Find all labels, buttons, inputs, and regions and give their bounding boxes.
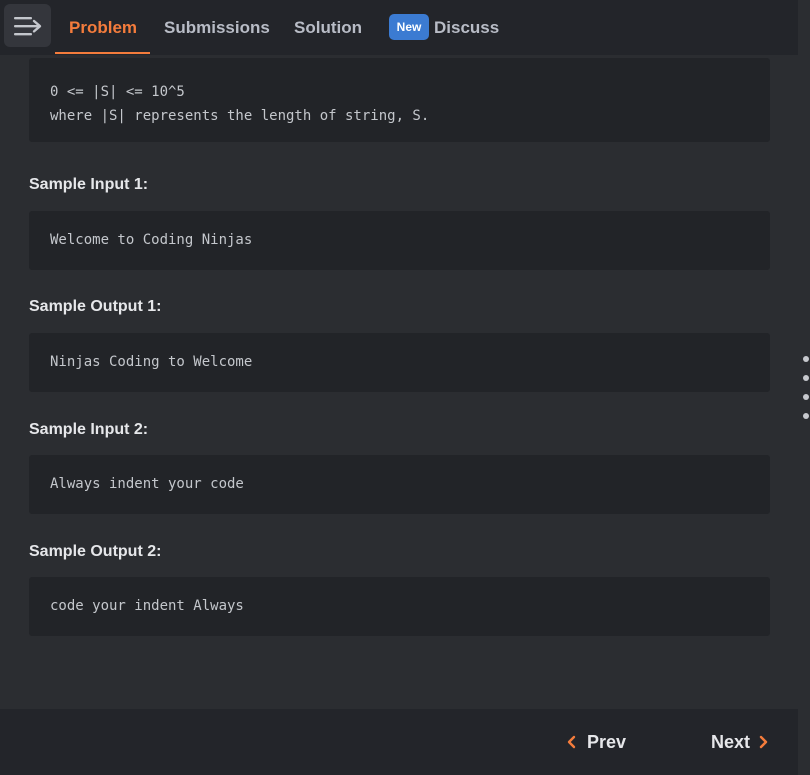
sample-output-2-heading: Sample Output 2: xyxy=(29,543,162,560)
sample-input-2-text: Always indent your code xyxy=(50,476,244,492)
drag-dot-icon xyxy=(803,413,809,419)
prev-button[interactable]: Prev xyxy=(566,709,626,775)
prev-label: Prev xyxy=(587,731,627,752)
next-label: Next xyxy=(711,731,751,752)
top-tab-bar: Problem Submissions Solution New Discuss xyxy=(0,0,798,55)
tab-submissions[interactable]: Submissions xyxy=(164,0,270,55)
sample-output-2-block: code your indent Always xyxy=(29,577,770,636)
drag-dot-icon xyxy=(803,356,809,362)
panel-resize-handle[interactable] xyxy=(798,0,810,775)
menu-collapse-icon xyxy=(13,16,41,35)
sample-input-2-heading: Sample Input 2: xyxy=(29,421,149,438)
sample-input-1-heading: Sample Input 1: xyxy=(29,176,149,193)
tab-problem[interactable]: Problem xyxy=(69,0,137,55)
chevron-left-icon xyxy=(567,735,576,749)
drag-dot-icon xyxy=(803,375,809,381)
constraints-block: 0 <= |S| <= 10^5 where |S| represents th… xyxy=(29,58,770,142)
next-button[interactable]: Next xyxy=(711,709,769,775)
constraints-line: 0 <= |S| <= 10^5 xyxy=(50,84,185,100)
footer-nav: Prev Next xyxy=(0,709,798,775)
sample-output-1-heading: Sample Output 1: xyxy=(29,298,162,315)
problem-content[interactable]: 0 <= |S| <= 10^5 where |S| represents th… xyxy=(0,55,798,709)
menu-toggle-button[interactable] xyxy=(4,4,51,47)
drag-dot-icon xyxy=(803,394,809,400)
tab-solution[interactable]: Solution xyxy=(294,0,362,55)
sample-output-2-text: code your indent Always xyxy=(50,598,244,614)
new-badge: New xyxy=(389,14,429,40)
sample-output-1-text: Ninjas Coding to Welcome xyxy=(50,354,253,370)
sample-input-1-block: Welcome to Coding Ninjas xyxy=(29,211,770,270)
sample-input-2-block: Always indent your code xyxy=(29,455,770,514)
sample-input-1-text: Welcome to Coding Ninjas xyxy=(50,232,253,248)
constraints-line: where |S| represents the length of strin… xyxy=(50,108,430,124)
active-tab-indicator xyxy=(55,52,150,54)
sample-output-1-block: Ninjas Coding to Welcome xyxy=(29,333,770,392)
problem-panel: Problem Submissions Solution New Discuss… xyxy=(0,0,810,775)
tab-discuss[interactable]: Discuss xyxy=(434,0,499,55)
chevron-right-icon xyxy=(759,735,768,749)
